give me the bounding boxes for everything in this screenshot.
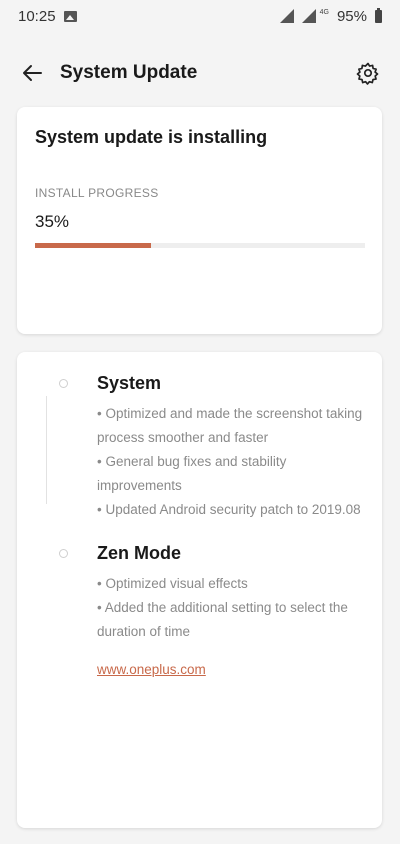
progress-bar (35, 243, 365, 248)
section-title: System (97, 373, 162, 393)
note-list: • Optimized and made the screenshot taki… (97, 402, 364, 522)
battery-icon (375, 7, 382, 23)
app-bar: System Update (0, 50, 400, 96)
timeline-dot (59, 549, 68, 558)
progress-bar-fill (35, 243, 151, 248)
install-title: System update is installing (35, 127, 268, 147)
signal-4g-icon (301, 9, 316, 23)
status-bar: 10:25 4G 95% (0, 0, 400, 32)
signal-icon (279, 9, 294, 23)
image-notification-icon (63, 10, 77, 22)
battery-percent: 95% (336, 7, 367, 25)
note-item: • Added the additional setting to select… (97, 600, 348, 639)
back-button[interactable] (16, 57, 48, 89)
install-progress-card: System update is installing INSTALL PROG… (17, 107, 382, 334)
timeline-dot (59, 379, 68, 388)
note-item: • Optimized visual effects (97, 576, 248, 591)
page-title: System Update (60, 62, 198, 83)
progress-label: INSTALL PROGRESS (35, 186, 159, 200)
section-zen-mode: Zen Mode • Optimized visual effects • Ad… (35, 542, 364, 644)
section-system: System • Optimized and made the screensh… (35, 372, 364, 522)
note-item: • General bug fixes and stability improv… (97, 454, 287, 493)
progress-percent: 35% (35, 212, 70, 231)
note-item: • Optimized and made the screenshot taki… (97, 406, 363, 445)
network-type: 4G (319, 8, 329, 16)
section-title: Zen Mode (97, 543, 181, 563)
arrow-left-icon (23, 65, 42, 81)
status-time: 10:25 (18, 7, 56, 25)
note-list: • Optimized visual effects • Added the a… (97, 572, 364, 644)
gear-icon (356, 62, 379, 85)
note-item: • Updated Android security patch to 2019… (97, 502, 361, 517)
oneplus-link[interactable]: www.oneplus.com (97, 662, 206, 677)
settings-button[interactable] (352, 57, 384, 89)
release-notes-card: System • Optimized and made the screensh… (17, 352, 382, 828)
